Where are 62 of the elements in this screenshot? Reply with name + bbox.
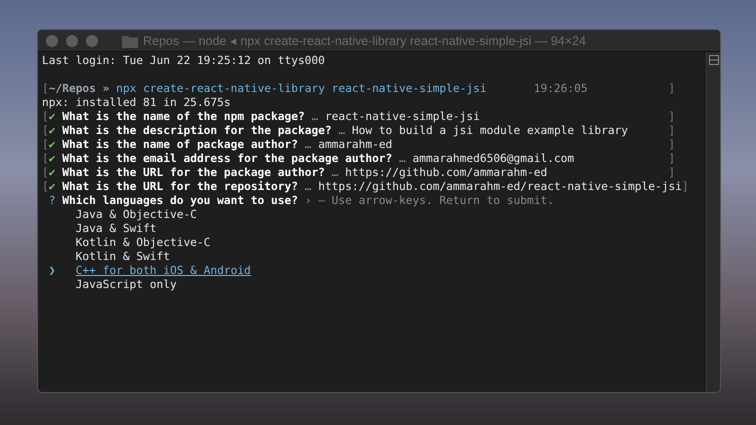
- bracket: ]: [668, 124, 676, 138]
- bracket: [: [42, 180, 49, 194]
- minimize-button[interactable]: [66, 34, 78, 46]
- scrollbar[interactable]: [706, 52, 720, 392]
- bracket: [: [42, 124, 49, 138]
- question-mark: ?: [48, 194, 56, 208]
- question-text: Which languages do you want to use?: [62, 194, 298, 208]
- answer-text: https://github.com/ammarahm-ed/react-native-simple-jsi: [318, 180, 682, 194]
- answer-text: How to build a jsi module example library: [352, 124, 628, 138]
- check-mark: ✔: [48, 152, 56, 166]
- prompt-time: 19:26:05: [534, 82, 588, 96]
- bracket: [: [42, 152, 49, 166]
- question-text: What is the name of the npm package?: [62, 110, 305, 124]
- check-mark: ✔: [48, 110, 56, 124]
- answer-text: react-native-simple-jsi: [324, 110, 480, 124]
- language-option[interactable]: Java & Swift: [76, 222, 156, 236]
- ellipsis: …: [311, 110, 318, 124]
- ellipsis: …: [338, 124, 346, 138]
- check-mark: ✔: [48, 166, 56, 180]
- bracket: ]: [668, 82, 676, 96]
- selection-cursor: ❯: [48, 264, 56, 277]
- check-mark: ✔: [48, 180, 56, 194]
- folder-icon: [122, 34, 138, 48]
- language-option[interactable]: JavaScript only: [76, 278, 177, 292]
- bracket: ]: [668, 110, 676, 124]
- bracket: ]: [668, 152, 676, 166]
- split-pane-icon[interactable]: [708, 55, 718, 65]
- bracket: [: [42, 110, 49, 124]
- bracket: [: [42, 82, 49, 96]
- output-line: npx: installed 81 in 25.675s: [42, 96, 231, 110]
- language-option[interactable]: Kotlin & Swift: [76, 250, 170, 264]
- answer-text: ammarahm-ed: [318, 138, 392, 152]
- answer-text: ammarahmed6506@gmail.com: [412, 152, 574, 166]
- command-text: npx create-react-native-library react-native-simple-jsi: [116, 82, 487, 96]
- hint-text: – Use arrow-keys. Return to submit.: [318, 194, 554, 208]
- prompt-arrow: »: [102, 82, 110, 96]
- question-text: What is the email address for the package author?: [62, 152, 392, 166]
- prompt-directory: ~/Repos: [48, 82, 96, 96]
- ellipsis: …: [304, 180, 312, 194]
- bracket: ]: [682, 180, 689, 194]
- language-option[interactable]: C++ for both iOS & Android: [76, 264, 251, 278]
- question-text: What is the URL for the repository?: [62, 180, 298, 194]
- question-text: What is the description for the package?: [62, 124, 332, 138]
- ellipsis: …: [399, 152, 406, 166]
- language-option[interactable]: Java & Objective-C: [76, 208, 197, 222]
- window-title: Repos — node ◂ npx create-react-native-library react-native-simple-jsi — 94×24: [143, 32, 586, 50]
- close-button[interactable]: [46, 34, 58, 46]
- bracket: [: [42, 138, 49, 152]
- output-line: Last login: Tue Jun 22 19:25:12 on ttys000: [42, 54, 325, 68]
- pointer: ›: [304, 194, 312, 208]
- question-text: What is the URL for the package author?: [62, 166, 325, 180]
- check-mark: ✔: [48, 138, 56, 152]
- zoom-button[interactable]: [86, 34, 98, 46]
- bracket: ]: [668, 166, 676, 180]
- bracket: ]: [668, 138, 676, 152]
- check-mark: ✔: [48, 124, 56, 138]
- language-option[interactable]: Kotlin & Objective-C: [76, 236, 210, 250]
- question-text: What is the name of package author?: [62, 138, 298, 152]
- ellipsis: …: [304, 138, 312, 152]
- bracket: [: [42, 166, 49, 180]
- ellipsis: …: [332, 166, 338, 180]
- answer-text: https://github.com/ammarahm-ed: [345, 166, 548, 180]
